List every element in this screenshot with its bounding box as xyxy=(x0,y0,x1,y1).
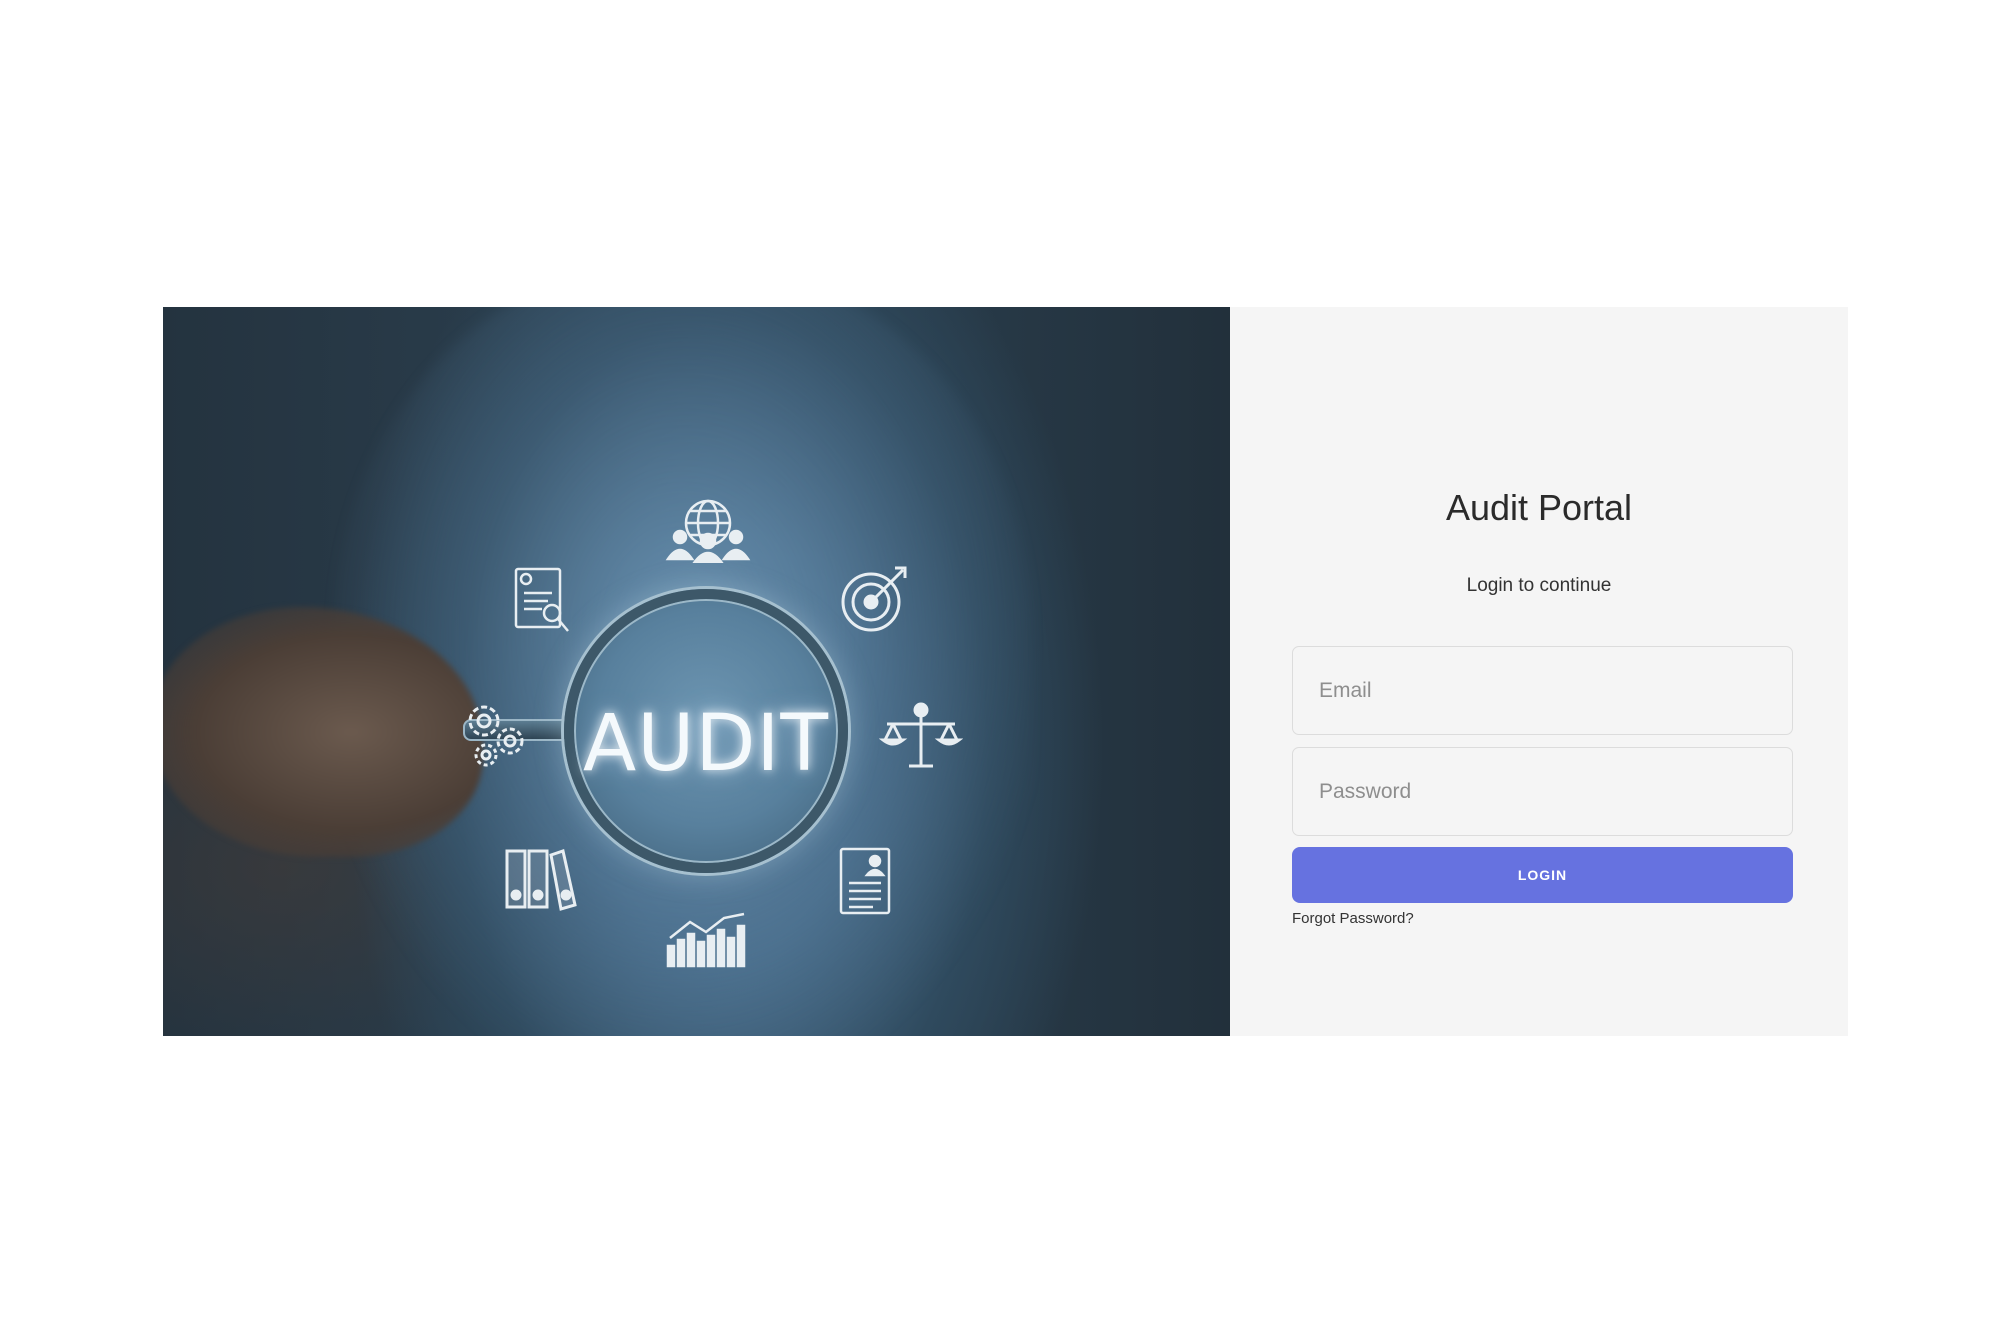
target-icon xyxy=(839,562,911,634)
login-card: AUDIT Audit Portal Login to continue Ema… xyxy=(163,307,1848,1036)
globe-people-icon xyxy=(660,497,756,563)
binders-icon xyxy=(503,847,579,911)
page-title: Audit Portal xyxy=(1445,487,1633,528)
profile-document-icon xyxy=(837,845,893,917)
hero-image: AUDIT xyxy=(163,307,1230,1036)
login-panel: Audit Portal Login to continue LOGIN For… xyxy=(1230,307,1848,1036)
growth-chart-icon xyxy=(666,912,752,968)
certificate-document-icon xyxy=(512,565,572,635)
password-field[interactable] xyxy=(1292,747,1793,836)
page-subtitle: Login to continue xyxy=(1466,575,1612,596)
login-button[interactable]: LOGIN xyxy=(1292,847,1793,903)
scales-icon xyxy=(879,702,963,768)
audit-headline: AUDIT xyxy=(582,699,830,789)
gears-icon xyxy=(460,697,532,773)
forgot-password-link[interactable]: Forgot Password? xyxy=(1292,910,1414,927)
email-field[interactable] xyxy=(1292,646,1793,735)
